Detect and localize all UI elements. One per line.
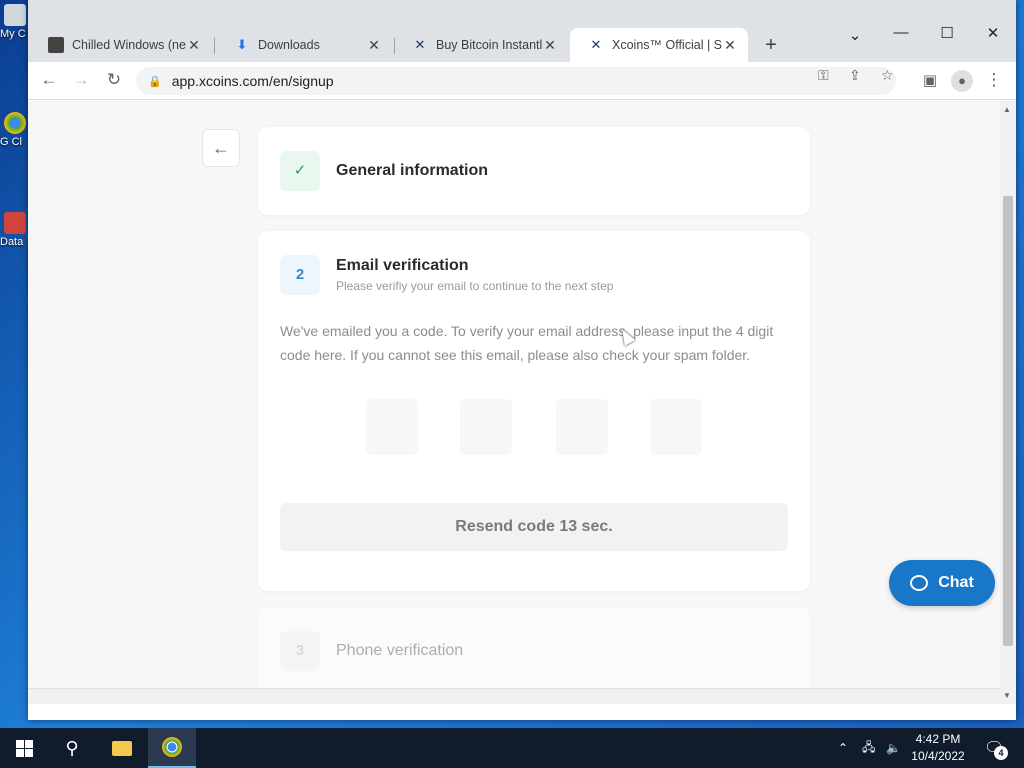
network-icon[interactable]: 🖧 [862, 728, 875, 768]
chat-button[interactable]: Chat [889, 560, 995, 606]
code-digit-input-2[interactable] [460, 399, 512, 455]
taskbar: ⚲ ⌃ 🖧 🔈 4:42 PM 10/4/2022 🗨4 [0, 728, 1024, 768]
folder-icon [112, 740, 132, 756]
show-hidden-icons-chevron-icon[interactable]: ⌃ [838, 728, 848, 768]
chrome-icon [162, 737, 182, 757]
tab-buy-bitcoin[interactable]: ✕ Buy Bitcoin Instantly ✕ [394, 28, 568, 62]
profile-avatar-icon[interactable]: ● [951, 70, 973, 92]
code-digit-input-1[interactable] [366, 399, 418, 455]
desktop-icon-data[interactable]: Data [0, 212, 30, 248]
url-text[interactable]: app.xcoins.com/en/signup [172, 73, 334, 89]
maximize-button[interactable]: ☐ [924, 24, 970, 42]
code-digit-input-3[interactable] [556, 399, 608, 455]
computer-icon [4, 4, 26, 26]
minimize-button[interactable]: — [878, 24, 924, 41]
close-tab-icon[interactable]: ✕ [366, 37, 382, 54]
clock-time: 4:42 PM [915, 732, 961, 746]
tab-search-dropdown-icon[interactable]: ⌄ [832, 26, 878, 44]
lock-icon[interactable]: 🔒 [148, 75, 162, 88]
share-icon[interactable]: ⇪ [849, 67, 861, 84]
scroll-down-arrow-icon[interactable]: ▼ [1003, 691, 1011, 700]
back-arrow-icon[interactable]: ← [38, 70, 60, 90]
key-icon[interactable]: ⚿ [818, 67, 829, 84]
tab-title: Buy Bitcoin Instantly [436, 38, 542, 52]
more-menu-icon[interactable]: ⋮ [983, 70, 1005, 90]
resend-code-button[interactable]: Resend code 13 sec. [280, 503, 788, 551]
chat-bubble-icon [910, 575, 929, 591]
xcoins-logo-icon: ✕ [590, 37, 602, 52]
step-card-email-verification: 2 Email verification Please verifiy your… [258, 231, 810, 591]
step-card-general-information[interactable]: ✓ General information [258, 127, 810, 215]
chat-label: Chat [938, 574, 974, 591]
chrome-icon [4, 112, 26, 134]
tab-xcoins-signup[interactable]: ✕ Xcoins™ Official | Sig ✕ [570, 28, 748, 62]
desktop-icon-label: G Cl [0, 136, 22, 148]
arrow-left-icon: ← [212, 138, 230, 158]
file-explorer-taskbar-button[interactable] [98, 728, 146, 768]
chrome-taskbar-button[interactable] [148, 728, 196, 768]
desktop-icon-my-computer[interactable]: My C [0, 4, 30, 40]
start-button[interactable] [0, 728, 48, 768]
browser-window: Chilled Windows (new ✕ ⬇ Downloads ✕ ✕ B… [28, 0, 1016, 720]
tab-downloads[interactable]: ⬇ Downloads ✕ [216, 28, 392, 62]
tab-strip: Chilled Windows (new ✕ ⬇ Downloads ✕ ✕ B… [28, 0, 1016, 62]
step-complete-check-icon: ✓ [280, 151, 320, 191]
browser-toolbar: ← → ↻ 🔒 app.xcoins.com/en/signup ⚿ ⇪ ☆ ▣… [28, 62, 1016, 100]
address-bar[interactable]: 🔒 app.xcoins.com/en/signup [136, 67, 896, 95]
code-digit-input-4[interactable] [650, 399, 702, 455]
step-number-badge: 3 [280, 631, 320, 671]
new-tab-button[interactable]: + [760, 34, 782, 57]
xcoins-logo-icon: ✕ [414, 37, 426, 52]
horizontal-scrollbar[interactable] [28, 688, 1000, 704]
system-clock[interactable]: 4:42 PM 10/4/2022 [898, 731, 978, 765]
search-taskbar-button[interactable]: ⚲ [48, 728, 96, 768]
step-title: Phone verification [336, 642, 464, 659]
tab-separator [214, 38, 215, 54]
search-icon: ⚲ [65, 737, 79, 758]
close-tab-icon[interactable]: ✕ [722, 37, 738, 54]
notification-center-icon[interactable]: 🗨4 [984, 738, 1008, 760]
step-subtitle: Please verifiy your email to continue to… [336, 279, 614, 293]
windows-logo-icon [15, 739, 33, 757]
tab-title: Chilled Windows (new [72, 38, 186, 52]
scrollbar-thumb[interactable] [1003, 196, 1013, 646]
signup-page: ← ✓ General information 2 Email verifica… [28, 101, 1000, 704]
close-window-button[interactable]: ✕ [970, 24, 1016, 42]
step-title: Email verification [336, 257, 469, 274]
desktop-icon-google-chrome[interactable]: G Cl [0, 112, 30, 148]
close-tab-icon[interactable]: ✕ [542, 37, 558, 54]
tab-title: Downloads [258, 38, 320, 52]
forward-arrow-icon[interactable]: → [70, 70, 92, 90]
verification-description: We've emailed you a code. To verify your… [280, 323, 774, 363]
scroll-up-arrow-icon[interactable]: ▲ [1003, 105, 1011, 114]
step-title: General information [336, 162, 489, 179]
bookmark-star-icon[interactable]: ☆ [881, 67, 894, 84]
side-panel-icon[interactable]: ▣ [919, 71, 941, 89]
vertical-scrollbar[interactable]: ▲ ▼ [1000, 101, 1016, 704]
desktop-icon-label: Data [0, 236, 24, 248]
tab-title: Xcoins™ Official | Sig [612, 38, 722, 52]
tab-chilled-windows[interactable]: Chilled Windows (new ✕ [30, 28, 212, 62]
close-tab-icon[interactable]: ✕ [186, 37, 202, 54]
reload-icon[interactable]: ↻ [103, 70, 125, 90]
step-number-badge: 2 [280, 255, 320, 295]
app-icon [4, 212, 26, 234]
clock-date: 10/4/2022 [911, 749, 965, 763]
notification-count-badge: 4 [994, 746, 1008, 760]
download-icon: ⬇ [236, 37, 248, 52]
video-thumbnail-icon [48, 37, 64, 53]
desktop-icon-label: My C [0, 28, 26, 40]
back-button[interactable]: ← [202, 129, 240, 167]
